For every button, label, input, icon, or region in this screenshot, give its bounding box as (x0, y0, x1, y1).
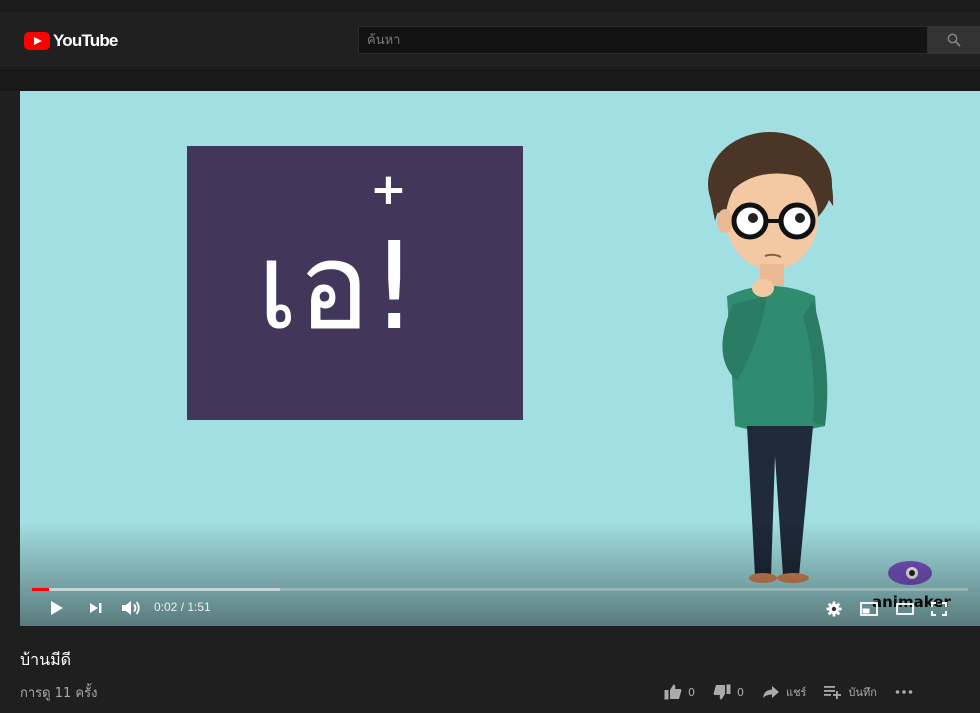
progress-played (32, 588, 49, 591)
theater-mode-button[interactable] (894, 599, 916, 619)
play-logo-icon (24, 32, 50, 50)
gear-icon (826, 601, 842, 617)
share-arrow-icon (763, 686, 779, 698)
play-button[interactable] (46, 598, 68, 618)
share-button[interactable]: แชร์ (762, 683, 806, 701)
like-button[interactable]: 0 (664, 684, 695, 700)
search-box[interactable] (358, 26, 928, 54)
masthead: YouTube (0, 12, 980, 68)
like-count: 0 (688, 685, 695, 699)
view-count: การดู 11 ครั้ง (20, 686, 98, 701)
cartoon-character (708, 132, 834, 583)
video-title-card: + เอ! (187, 146, 523, 420)
youtube-logo[interactable]: YouTube (24, 31, 118, 51)
search-icon (947, 33, 961, 47)
skip-next-icon (90, 603, 102, 613)
theater-icon (896, 603, 914, 615)
progress-buffer (32, 588, 281, 591)
save-label: บันทึก (848, 686, 877, 699)
card-word: เอ! (257, 218, 419, 357)
next-button[interactable] (86, 598, 106, 618)
more-horizontal-icon (895, 690, 913, 694)
volume-button[interactable] (120, 598, 142, 618)
playlist-add-icon (824, 686, 842, 699)
dislike-count: 0 (737, 685, 744, 699)
video-player[interactable]: + เอ! animake (20, 91, 980, 626)
time-separator: / (177, 600, 188, 614)
time-current: 0:02 (154, 600, 178, 614)
video-title: บ้านมีดี (20, 650, 72, 669)
progress-bar[interactable] (32, 588, 968, 591)
time-total: 1:51 (187, 600, 211, 614)
logo-text: YouTube (53, 31, 118, 50)
miniplayer-icon (860, 602, 878, 616)
more-actions-button[interactable] (895, 689, 919, 695)
settings-button[interactable] (824, 599, 844, 619)
miniplayer-button[interactable] (858, 599, 880, 619)
play-icon (51, 601, 63, 615)
time-display: 0:02 / 1:51 (154, 600, 211, 614)
thumbs-down-icon (713, 684, 731, 700)
top-strip (0, 0, 980, 12)
thumbs-up-icon (664, 684, 682, 700)
fullscreen-icon (931, 602, 947, 616)
fullscreen-button[interactable] (928, 599, 950, 619)
share-label: แชร์ (786, 686, 807, 699)
search-input[interactable] (367, 32, 927, 48)
dislike-button[interactable]: 0 (713, 684, 744, 700)
search-button[interactable] (928, 26, 980, 54)
video-actions: 0 0 แชร์ บันทึก (664, 682, 919, 702)
volume-icon (122, 601, 140, 615)
player-top-gap (0, 69, 980, 91)
card-plus-sign: + (370, 164, 407, 215)
save-button[interactable]: บันทึก (824, 683, 877, 701)
